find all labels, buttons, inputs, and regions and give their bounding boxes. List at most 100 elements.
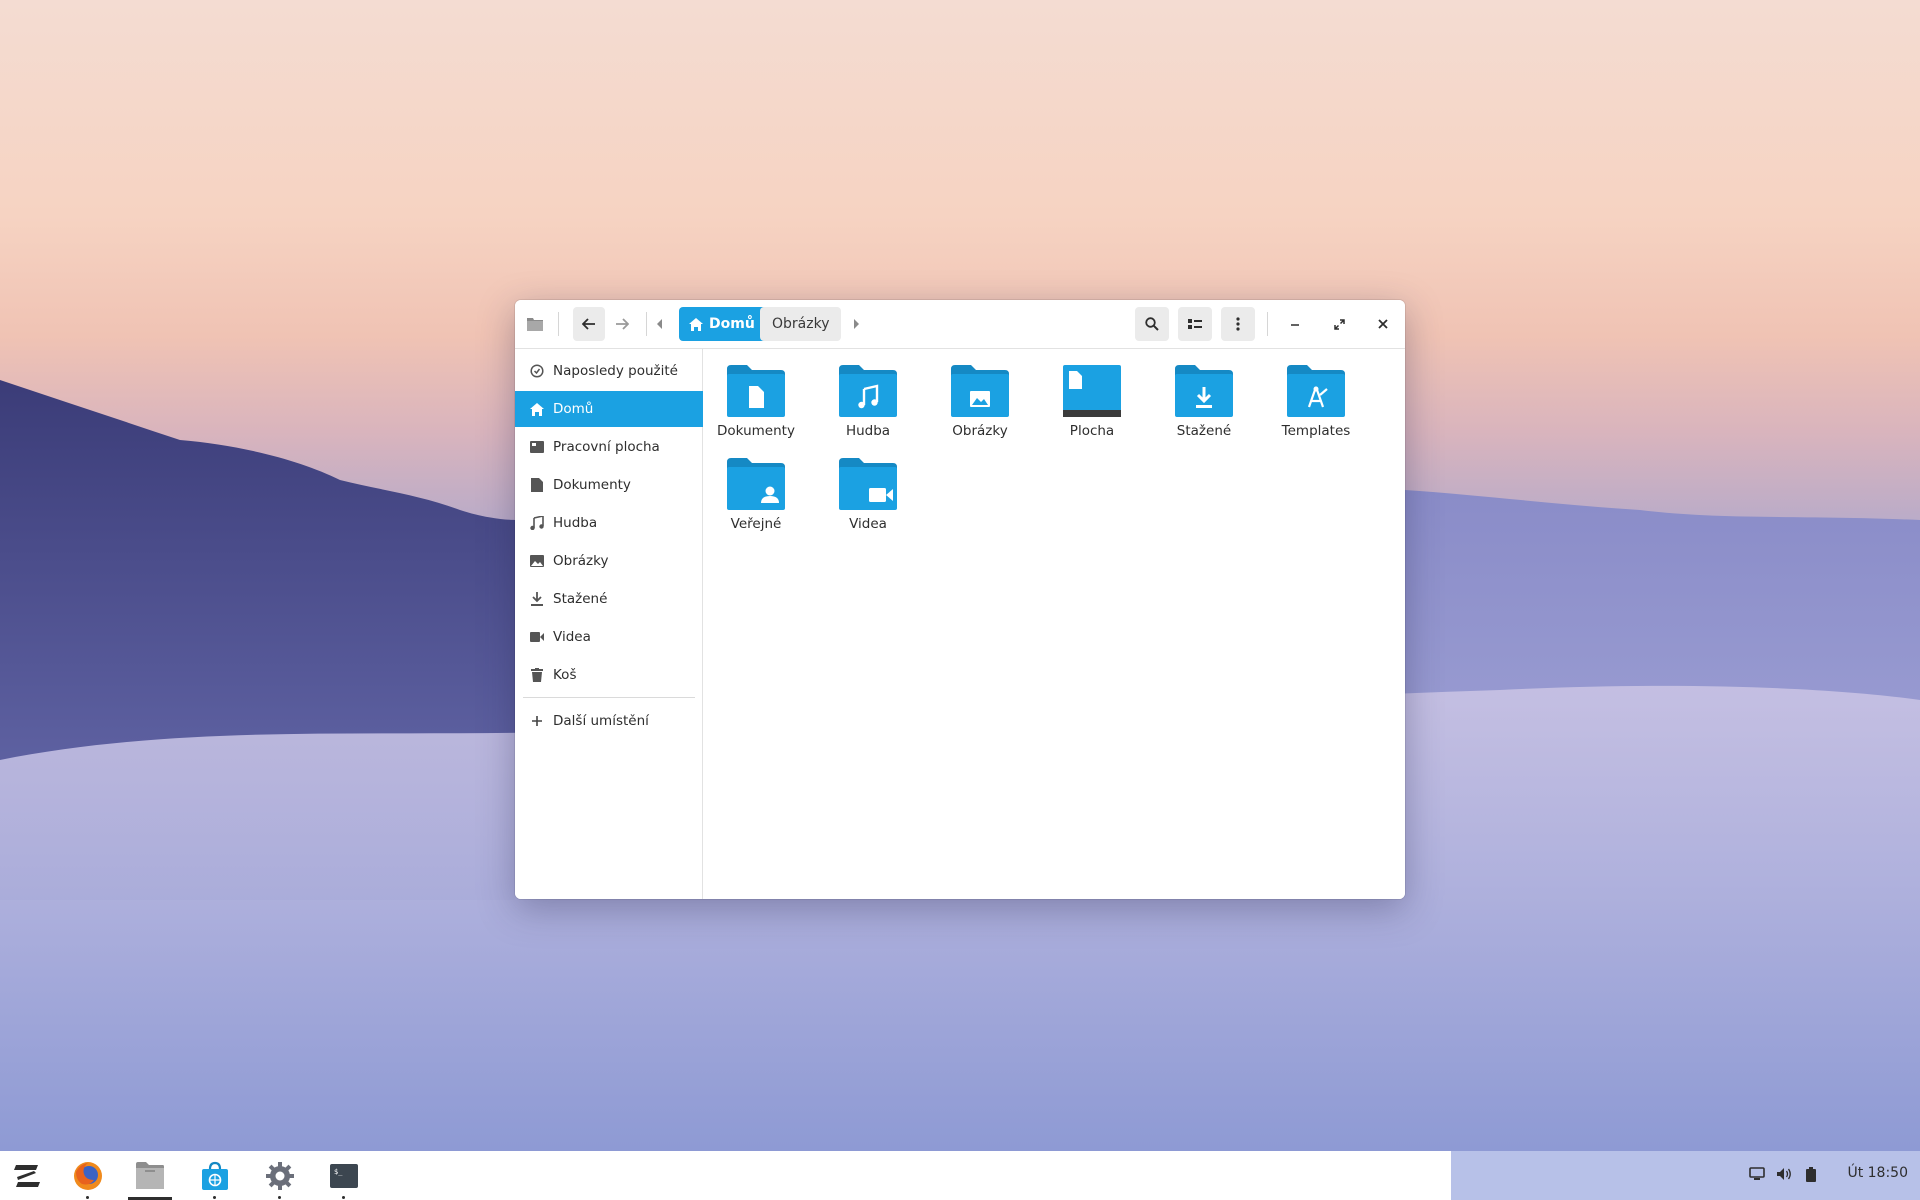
sidebar-item-videos[interactable]: Videa	[515, 619, 703, 655]
search-icon	[1145, 317, 1159, 331]
sidebar-item-home[interactable]: Domů	[515, 391, 703, 427]
video-icon	[529, 629, 545, 645]
sidebar-item-music[interactable]: Hudba	[515, 505, 703, 541]
software-store-icon	[202, 1161, 228, 1190]
image-icon	[529, 553, 545, 569]
sidebar-item-downloads[interactable]: Stažené	[515, 581, 703, 617]
sidebar-item-label: Obrázky	[553, 553, 609, 569]
back-button[interactable]	[573, 307, 605, 341]
sidebar-item-other-locations[interactable]: Další umístění	[515, 703, 703, 739]
folder-label: Obrázky	[952, 423, 1008, 439]
settings-button[interactable]	[254, 1151, 306, 1200]
document-icon	[529, 477, 545, 493]
sidebar-item-label: Další umístění	[553, 713, 649, 729]
folder-item[interactable]: Veřejné	[704, 458, 808, 548]
sidebar: Naposledy použité Domů Pracovní plocha D…	[515, 349, 703, 899]
music-folder-icon	[839, 365, 897, 417]
music-icon	[529, 515, 545, 531]
pictures-folder-icon	[951, 365, 1009, 417]
settings-icon	[266, 1161, 294, 1190]
sidebar-item-label: Koš	[553, 667, 577, 683]
volume-icon[interactable]	[1776, 1167, 1792, 1181]
sidebar-item-documents[interactable]: Dokumenty	[515, 467, 703, 503]
breadcrumb-home[interactable]: Domů	[679, 307, 767, 341]
folder-item[interactable]: Dokumenty	[704, 365, 808, 455]
kebab-menu-icon	[1236, 317, 1240, 331]
folder-item[interactable]: Plocha	[1040, 365, 1144, 455]
public-folder-icon	[727, 458, 785, 510]
breadcrumb-pictures[interactable]: Obrázky	[760, 307, 842, 341]
sidebar-item-label: Dokumenty	[553, 477, 631, 493]
chevron-right-icon	[854, 319, 859, 329]
minimize-icon	[1291, 324, 1299, 326]
search-button[interactable]	[1135, 307, 1169, 341]
close-button[interactable]	[1369, 307, 1397, 341]
sidebar-item-label: Pracovní plocha	[553, 439, 660, 455]
breadcrumb-scroll-left[interactable]	[652, 307, 668, 341]
folder-item[interactable]: Videa	[816, 458, 920, 548]
running-indicator	[342, 1196, 345, 1199]
sidebar-item-trash[interactable]: Koš	[515, 657, 703, 693]
sidebar-item-pictures[interactable]: Obrázky	[515, 543, 703, 579]
folder-item[interactable]: Obrázky	[928, 365, 1032, 455]
sidebar-item-label: Domů	[553, 401, 594, 417]
folder-label: Dokumenty	[717, 423, 795, 439]
files-button[interactable]	[124, 1151, 176, 1200]
sidebar-item-label: Videa	[553, 629, 591, 645]
home-icon	[689, 317, 703, 331]
running-indicator	[213, 1196, 216, 1199]
folder-item[interactable]: Hudba	[816, 365, 920, 455]
running-indicator	[86, 1196, 89, 1199]
sidebar-item-recent[interactable]: Naposledy použité	[515, 353, 703, 389]
folder-item[interactable]: Templates	[1264, 365, 1368, 455]
list-view-icon	[1188, 319, 1202, 329]
breadcrumb-scroll-right[interactable]	[848, 307, 864, 341]
download-icon	[529, 591, 545, 607]
system-tray: Út 18:50	[1451, 1151, 1920, 1200]
terminal-button[interactable]: $_	[318, 1151, 370, 1200]
maximize-button[interactable]	[1325, 307, 1353, 341]
trash-icon	[529, 667, 545, 683]
arrow-right-icon	[616, 318, 629, 330]
desktop-icon	[529, 439, 545, 455]
clock[interactable]: Út 18:50	[1847, 1165, 1908, 1181]
firefox-icon	[74, 1161, 102, 1190]
header-bar: Domů Obrázky	[515, 300, 1405, 349]
minimize-button[interactable]	[1281, 307, 1309, 341]
display-icon[interactable]	[1749, 1167, 1765, 1181]
sidebar-item-label: Naposledy použité	[553, 363, 678, 379]
close-icon	[1378, 319, 1388, 329]
downloads-folder-icon	[1175, 365, 1233, 417]
desktop-folder-icon	[1063, 365, 1121, 417]
folder-label: Hudba	[845, 423, 891, 439]
sidebar-item-label: Stažené	[553, 591, 608, 607]
file-manager-window: Domů Obrázky Naposledy použité Domů Prac…	[515, 300, 1405, 899]
breadcrumb-home-label: Domů	[709, 316, 755, 332]
battery-icon[interactable]	[1806, 1167, 1816, 1182]
arrow-left-icon	[582, 318, 595, 330]
clock-icon	[529, 363, 545, 379]
menu-button[interactable]	[1221, 307, 1255, 341]
sidebar-item-label: Hudba	[553, 515, 598, 531]
zorin-menu-icon	[14, 1164, 40, 1187]
folder-label: Videa	[849, 516, 887, 532]
maximize-icon	[1333, 318, 1345, 330]
documents-folder-icon	[727, 365, 785, 417]
firefox-button[interactable]	[62, 1151, 114, 1200]
view-toggle-button[interactable]	[1178, 307, 1212, 341]
chevron-left-icon	[657, 319, 662, 329]
files-icon	[136, 1161, 164, 1189]
folder-item[interactable]: Stažené	[1152, 365, 1256, 455]
forward-button[interactable]	[606, 307, 638, 341]
software-store-button[interactable]	[189, 1151, 241, 1200]
terminal-icon: $_	[330, 1163, 358, 1188]
sidebar-divider	[523, 697, 695, 698]
files-app-icon	[523, 307, 547, 341]
videos-folder-icon	[839, 458, 897, 510]
sidebar-item-desktop[interactable]: Pracovní plocha	[515, 429, 703, 465]
breadcrumb-pictures-label: Obrázky	[772, 316, 830, 332]
folder-label: Stažené	[1176, 423, 1232, 439]
zorin-menu-button[interactable]	[1, 1151, 53, 1200]
folder-label: Templates	[1281, 423, 1351, 439]
folder-label: Plocha	[1069, 423, 1115, 439]
